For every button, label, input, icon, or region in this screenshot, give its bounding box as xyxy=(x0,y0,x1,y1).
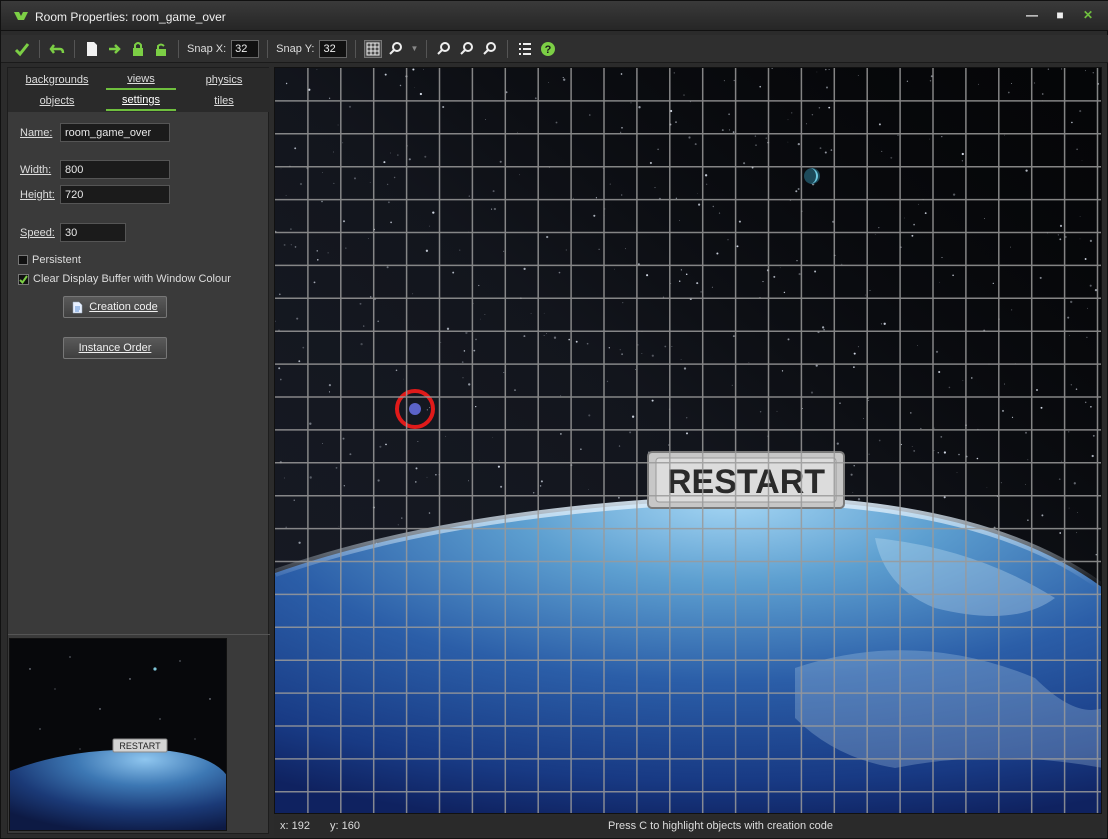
speed-row: Speed: 30 xyxy=(20,223,126,242)
height-row: Height: 720 xyxy=(20,185,170,204)
creation-code-button[interactable]: Creation code xyxy=(63,296,167,318)
toolbar-separator xyxy=(267,39,269,58)
toolbar-separator xyxy=(178,39,179,58)
room-preview-thumbnail[interactable]: RESTART xyxy=(9,638,227,831)
toolbar-separator xyxy=(355,39,357,58)
unlock-all-button[interactable] xyxy=(152,40,170,58)
window-title: Room Properties: room_game_over xyxy=(35,10,226,24)
zoom-normal-icon xyxy=(460,41,474,55)
name-label: Name: xyxy=(20,126,53,139)
toolbar-separator xyxy=(426,39,428,58)
help-icon: ? xyxy=(541,41,556,56)
clear-display-label: Clear Display Buffer with Window Colour xyxy=(33,273,231,285)
list-icon xyxy=(519,42,532,55)
dropdown-arrow-icon[interactable]: ▼ xyxy=(410,44,418,53)
mouse-y-readout: y: 160 xyxy=(330,820,360,832)
shift-instances-button[interactable] xyxy=(106,40,124,58)
room-canvas[interactable]: RESTART xyxy=(274,67,1102,814)
undo-icon xyxy=(49,43,65,54)
persistent-label: Persistent xyxy=(32,254,81,266)
tab-physics[interactable]: physics xyxy=(184,70,264,90)
height-field[interactable]: 720 xyxy=(60,185,170,204)
tab-settings[interactable]: settings xyxy=(106,91,176,111)
width-field[interactable]: 800 xyxy=(60,160,170,179)
toolbar: Snap X: Snap Y: ▼ ? xyxy=(1,35,1108,63)
tab-tiles[interactable]: tiles xyxy=(184,91,264,111)
zoom-out-button[interactable] xyxy=(435,40,453,58)
toolbar-separator xyxy=(74,39,75,58)
toolbar-separator xyxy=(39,39,40,58)
preview-scene: RESTART xyxy=(10,639,226,830)
window-controls: — ■ ✕ xyxy=(1021,7,1099,23)
panel-divider xyxy=(8,634,270,635)
zoom-normal-button[interactable] xyxy=(458,40,476,58)
tab-backgrounds[interactable]: backgrounds xyxy=(12,70,102,90)
speed-label: Speed: xyxy=(20,226,55,239)
checkmark-icon xyxy=(14,42,30,56)
clear-display-row[interactable]: Clear Display Buffer with Window Colour xyxy=(18,273,231,285)
snap-y-input[interactable] xyxy=(319,39,348,58)
arrow-right-icon xyxy=(109,43,121,54)
instance-order-button[interactable]: Instance Order xyxy=(63,337,167,359)
creation-code-label: Creation code xyxy=(89,301,158,313)
help-button[interactable]: ? xyxy=(539,40,557,58)
document-icon xyxy=(87,41,97,56)
mouse-x-readout: x: 192 xyxy=(280,820,310,832)
zoom-in-button[interactable] xyxy=(481,40,499,58)
undo-button[interactable] xyxy=(48,40,66,58)
persistent-row[interactable]: Persistent xyxy=(18,254,81,266)
grid-icon xyxy=(366,42,380,55)
svg-text:?: ? xyxy=(545,44,552,56)
tab-views[interactable]: views xyxy=(106,70,176,90)
snap-x-label: Snap X: xyxy=(187,42,227,55)
room-list-button[interactable] xyxy=(516,40,534,58)
maximize-button[interactable]: ■ xyxy=(1049,7,1071,23)
unlock-icon xyxy=(156,43,166,56)
tab-objects[interactable]: objects xyxy=(12,91,102,111)
width-label: Width: xyxy=(20,163,52,176)
instance-order-label: Instance Order xyxy=(78,342,152,354)
lock-all-button[interactable] xyxy=(129,40,147,58)
name-row: Name: room_game_over xyxy=(20,123,170,142)
ok-check-button[interactable] xyxy=(13,40,31,58)
toolbar-separator xyxy=(507,39,509,58)
visibility-dropdown-button[interactable] xyxy=(387,40,405,58)
room-scene: RESTART xyxy=(275,68,1101,813)
clear-room-button[interactable] xyxy=(83,40,101,58)
close-button[interactable]: ✕ xyxy=(1077,7,1099,23)
title-bar[interactable]: Room Properties: room_game_over — ■ ✕ xyxy=(1,1,1108,31)
app-icon xyxy=(14,12,28,20)
clear-display-checkbox[interactable] xyxy=(18,273,29,285)
persistent-checkbox[interactable] xyxy=(18,255,28,265)
magnifier-icon xyxy=(389,41,403,55)
minimize-button[interactable]: — xyxy=(1021,7,1043,23)
snap-x-input[interactable] xyxy=(231,39,260,58)
room-properties-window: Room Properties: room_game_over — ■ ✕ Sn… xyxy=(0,0,1108,839)
thumbnail-restart-text: RESTART xyxy=(119,741,161,751)
status-bar: x: 192 y: 160 Press C to highlight objec… xyxy=(274,816,1102,836)
script-document-icon xyxy=(73,301,83,313)
tab-bar: backgrounds views physics objects settin… xyxy=(8,68,270,112)
status-hint: Press C to highlight objects with creati… xyxy=(608,820,834,832)
width-row: Width: 800 xyxy=(20,160,170,179)
zoom-out-icon xyxy=(437,41,451,55)
snap-y-label: Snap Y: xyxy=(276,42,315,55)
speed-field[interactable]: 30 xyxy=(60,223,126,242)
height-label: Height: xyxy=(20,188,55,201)
zoom-in-icon xyxy=(483,41,497,55)
name-field[interactable]: room_game_over xyxy=(60,123,170,142)
lock-icon xyxy=(133,41,143,56)
toggle-grid-button[interactable] xyxy=(364,39,383,58)
restart-object[interactable]: RESTART xyxy=(647,451,845,509)
